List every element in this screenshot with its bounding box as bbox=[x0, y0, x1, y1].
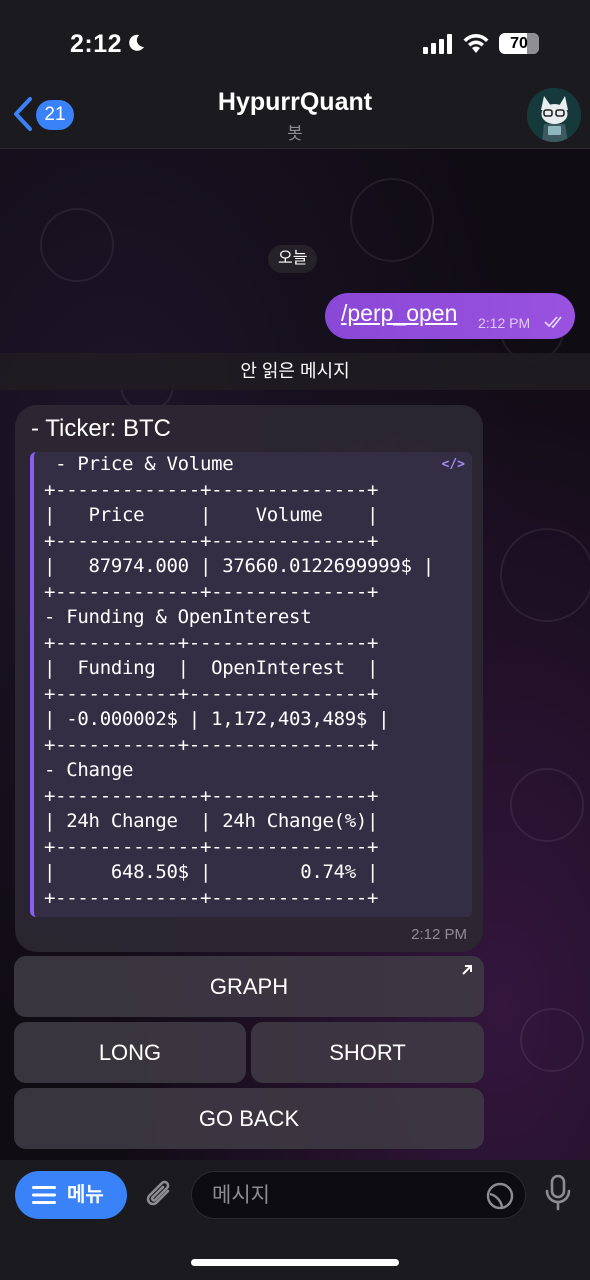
short-button[interactable]: SHORT bbox=[251, 1022, 484, 1083]
cat-avatar-icon bbox=[527, 88, 581, 142]
menu-icon bbox=[32, 1186, 56, 1204]
code-line: | 24h Change | 24h Change(%)| bbox=[44, 810, 379, 832]
date-separator: 오늘 bbox=[268, 245, 318, 273]
wifi-icon bbox=[463, 34, 489, 53]
code-line: +-------------+--------------+ bbox=[44, 886, 379, 909]
code-line: +-----------+----------------+ bbox=[44, 733, 379, 756]
chat-title[interactable]: HypurrQuant bbox=[0, 88, 590, 117]
code-line: | 648.50$ | 0.74% | bbox=[44, 861, 379, 883]
microphone-icon[interactable] bbox=[543, 1174, 573, 1212]
chat-subtitle: 봇 bbox=[287, 124, 303, 143]
message-time: 2:12 PM bbox=[478, 315, 531, 331]
sticker-icon[interactable] bbox=[485, 1181, 515, 1211]
chat-header: 21 HypurrQuant 봇 bbox=[0, 80, 590, 149]
external-arrow-icon bbox=[462, 965, 472, 975]
message-title: - Ticker: BTC bbox=[31, 415, 172, 442]
read-checks-icon bbox=[544, 316, 562, 329]
code-line: | 87974.000 | 37660.0122699999$ | bbox=[44, 555, 434, 577]
code-line: - Change bbox=[44, 759, 134, 781]
code-line: +-------------+--------------+ bbox=[44, 580, 379, 603]
message-time: 2:12 PM bbox=[411, 926, 467, 943]
outgoing-message[interactable]: /perp_open 2:12 PM bbox=[325, 293, 575, 339]
code-line: +-----------+----------------+ bbox=[44, 682, 379, 705]
long-button[interactable]: LONG bbox=[14, 1022, 246, 1083]
message-input[interactable] bbox=[210, 1172, 464, 1220]
code-icon[interactable]: </> bbox=[442, 457, 465, 472]
code-line: +-------------+--------------+ bbox=[44, 529, 379, 552]
signal-icon bbox=[423, 34, 452, 54]
unread-messages-banner: 안 읽은 메시지 bbox=[0, 353, 590, 390]
code-line: | -0.000002$ | 1,172,403,489$ | bbox=[44, 708, 390, 730]
graph-button-label: GRAPH bbox=[209, 974, 289, 999]
code-block[interactable]: </> - Price & Volume +-------------+----… bbox=[30, 452, 472, 917]
graph-button[interactable]: GRAPH bbox=[14, 956, 484, 1017]
code-content: - Price & Volume +-------------+--------… bbox=[44, 452, 434, 911]
message-field[interactable] bbox=[191, 1171, 526, 1220]
code-line: - Price & Volume bbox=[44, 453, 234, 475]
battery-empty-portion bbox=[527, 33, 539, 54]
incoming-message[interactable]: - Ticker: BTC </> - Price & Volume +----… bbox=[15, 405, 483, 952]
menu-button[interactable]: 메뉴 bbox=[15, 1171, 127, 1219]
battery-indicator: 70 bbox=[499, 33, 539, 54]
code-line: +-------------+--------------+ bbox=[44, 478, 379, 501]
code-line: +-------------+--------------+ bbox=[44, 784, 379, 807]
code-line: - Funding & OpenInterest bbox=[44, 606, 312, 628]
moon-icon bbox=[129, 34, 144, 51]
code-line: +-------------+--------------+ bbox=[44, 835, 379, 858]
code-line: | Funding | OpenInterest | bbox=[44, 657, 379, 679]
go-back-button[interactable]: GO BACK bbox=[14, 1088, 484, 1149]
home-indicator bbox=[191, 1259, 399, 1266]
command-link[interactable]: /perp_open bbox=[341, 300, 457, 327]
bot-avatar[interactable] bbox=[527, 88, 581, 142]
code-line: +-----------+----------------+ bbox=[44, 631, 379, 654]
clock: 2:12 bbox=[70, 30, 123, 58]
input-bar: 메뉴 bbox=[0, 1160, 590, 1280]
code-line: | Price | Volume | bbox=[44, 504, 379, 526]
status-bar: 2:12 70 bbox=[0, 0, 590, 80]
paperclip-icon[interactable] bbox=[142, 1176, 176, 1214]
menu-label: 메뉴 bbox=[67, 1184, 104, 1206]
battery-level: 70 bbox=[510, 35, 528, 52]
